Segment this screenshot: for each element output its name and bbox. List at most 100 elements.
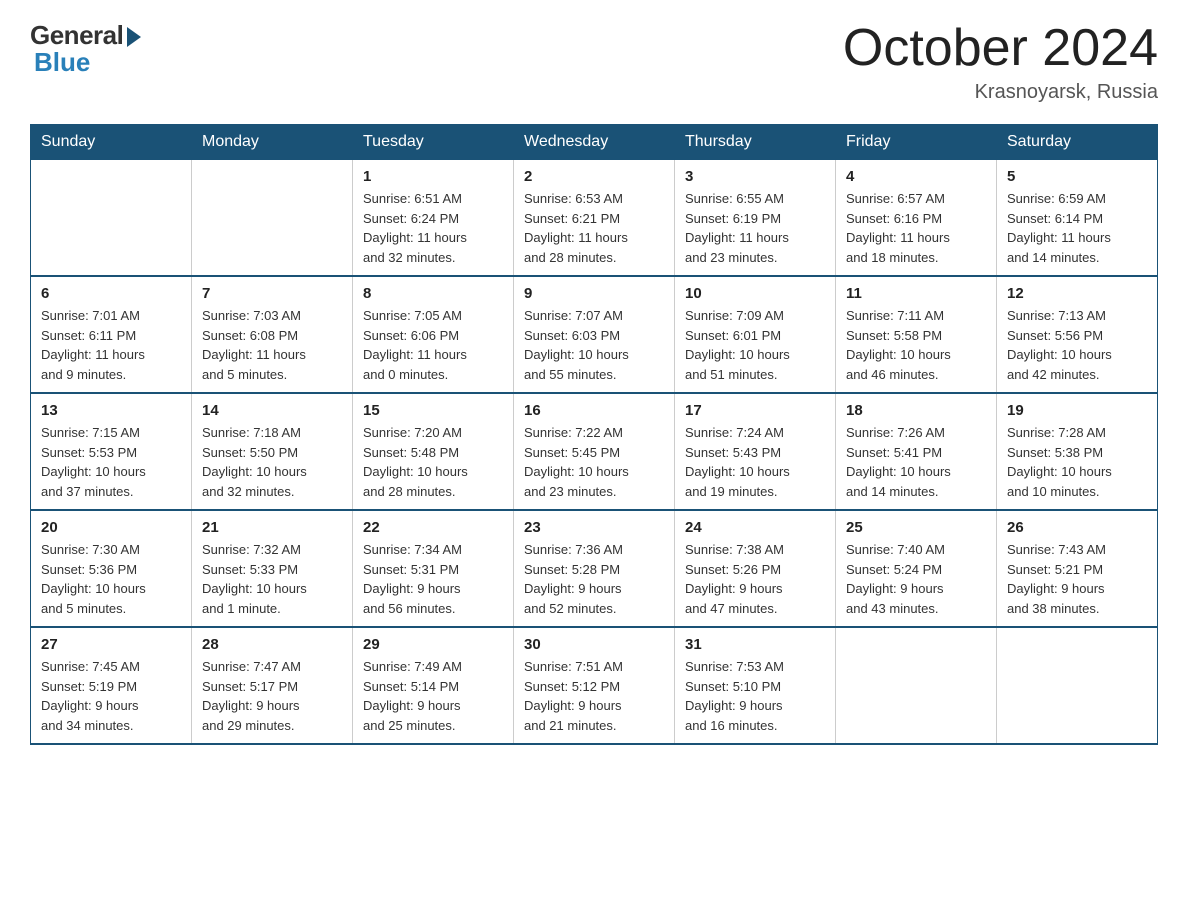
weekday-header-friday: Friday bbox=[836, 125, 997, 160]
day-number: 10 bbox=[685, 285, 825, 302]
calendar-table: SundayMondayTuesdayWednesdayThursdayFrid… bbox=[30, 124, 1158, 745]
day-info: Sunrise: 7:45 AM Sunset: 5:19 PM Dayligh… bbox=[41, 657, 181, 735]
day-number: 13 bbox=[41, 402, 181, 419]
day-number: 4 bbox=[846, 168, 986, 185]
calendar-cell: 23 Sunrise: 7:36 AM Sunset: 5:28 PM Dayli… bbox=[514, 510, 675, 627]
day-number: 1 bbox=[363, 168, 503, 185]
day-number: 7 bbox=[202, 285, 342, 302]
calendar-cell: 18Sunrise: 7:26 AM Sunset: 5:41 PM Dayli… bbox=[836, 393, 997, 510]
day-number: 29 bbox=[363, 636, 503, 653]
calendar-cell: 17 Sunrise: 7:24 AM Sunset: 5:43 PM Dayli… bbox=[675, 393, 836, 510]
calendar-cell: 12 Sunrise: 7:13 AM Sunset: 5:56 PM Dayli… bbox=[997, 276, 1158, 393]
day-info: Sunrise: 7:01 AM Sunset: 6:11 PM Dayligh… bbox=[41, 306, 181, 384]
calendar-week-row: 13 Sunrise: 7:15 AM Sunset: 5:53 PM Dayli… bbox=[31, 393, 1158, 510]
page-header: General Blue October 2024 Krasnoyarsk, R… bbox=[30, 20, 1158, 104]
day-number: 31 bbox=[685, 636, 825, 653]
day-info: Sunrise: 6:55 AM Sunset: 6:19 PM Dayligh… bbox=[685, 189, 825, 267]
calendar-cell: 6 Sunrise: 7:01 AM Sunset: 6:11 PM Daylig… bbox=[31, 276, 192, 393]
day-info: Sunrise: 6:53 AM Sunset: 6:21 PM Dayligh… bbox=[524, 189, 664, 267]
calendar-cell: 24Sunrise: 7:38 AM Sunset: 5:26 PM Dayli… bbox=[675, 510, 836, 627]
calendar-cell: 2 Sunrise: 6:53 AM Sunset: 6:21 PM Daylig… bbox=[514, 160, 675, 277]
weekday-header-tuesday: Tuesday bbox=[353, 125, 514, 160]
day-number: 3 bbox=[685, 168, 825, 185]
day-number: 28 bbox=[202, 636, 342, 653]
weekday-header-sunday: Sunday bbox=[31, 125, 192, 160]
day-info: Sunrise: 7:32 AM Sunset: 5:33 PM Dayligh… bbox=[202, 540, 342, 618]
calendar-cell: 21 Sunrise: 7:32 AM Sunset: 5:33 PM Dayli… bbox=[192, 510, 353, 627]
calendar-cell: 28 Sunrise: 7:47 AM Sunset: 5:17 PM Dayli… bbox=[192, 627, 353, 744]
day-number: 9 bbox=[524, 285, 664, 302]
day-info: Sunrise: 6:51 AM Sunset: 6:24 PM Dayligh… bbox=[363, 189, 503, 267]
day-info: Sunrise: 7:30 AM Sunset: 5:36 PM Dayligh… bbox=[41, 540, 181, 618]
day-info: Sunrise: 7:51 AM Sunset: 5:12 PM Dayligh… bbox=[524, 657, 664, 735]
calendar-week-row: 27Sunrise: 7:45 AM Sunset: 5:19 PM Dayli… bbox=[31, 627, 1158, 744]
day-info: Sunrise: 6:57 AM Sunset: 6:16 PM Dayligh… bbox=[846, 189, 986, 267]
day-number: 18 bbox=[846, 402, 986, 419]
logo-blue-text: Blue bbox=[30, 47, 90, 78]
calendar-header: SundayMondayTuesdayWednesdayThursdayFrid… bbox=[31, 125, 1158, 160]
calendar-week-row: 6 Sunrise: 7:01 AM Sunset: 6:11 PM Daylig… bbox=[31, 276, 1158, 393]
day-number: 14 bbox=[202, 402, 342, 419]
day-info: Sunrise: 7:34 AM Sunset: 5:31 PM Dayligh… bbox=[363, 540, 503, 618]
calendar-cell: 5 Sunrise: 6:59 AM Sunset: 6:14 PM Daylig… bbox=[997, 160, 1158, 277]
day-number: 8 bbox=[363, 285, 503, 302]
day-number: 23 bbox=[524, 519, 664, 536]
day-info: Sunrise: 7:05 AM Sunset: 6:06 PM Dayligh… bbox=[363, 306, 503, 384]
day-info: Sunrise: 7:13 AM Sunset: 5:56 PM Dayligh… bbox=[1007, 306, 1147, 384]
day-number: 2 bbox=[524, 168, 664, 185]
day-info: Sunrise: 7:43 AM Sunset: 5:21 PM Dayligh… bbox=[1007, 540, 1147, 618]
calendar-cell: 29 Sunrise: 7:49 AM Sunset: 5:14 PM Dayli… bbox=[353, 627, 514, 744]
logo: General Blue bbox=[30, 20, 141, 78]
calendar-cell bbox=[192, 160, 353, 277]
calendar-cell: 4 Sunrise: 6:57 AM Sunset: 6:16 PM Daylig… bbox=[836, 160, 997, 277]
day-info: Sunrise: 7:18 AM Sunset: 5:50 PM Dayligh… bbox=[202, 423, 342, 501]
day-number: 6 bbox=[41, 285, 181, 302]
day-info: Sunrise: 7:28 AM Sunset: 5:38 PM Dayligh… bbox=[1007, 423, 1147, 501]
calendar-cell bbox=[836, 627, 997, 744]
weekday-header-monday: Monday bbox=[192, 125, 353, 160]
day-info: Sunrise: 7:53 AM Sunset: 5:10 PM Dayligh… bbox=[685, 657, 825, 735]
day-number: 12 bbox=[1007, 285, 1147, 302]
weekday-header-row: SundayMondayTuesdayWednesdayThursdayFrid… bbox=[31, 125, 1158, 160]
day-info: Sunrise: 7:22 AM Sunset: 5:45 PM Dayligh… bbox=[524, 423, 664, 501]
day-info: Sunrise: 7:20 AM Sunset: 5:48 PM Dayligh… bbox=[363, 423, 503, 501]
day-info: Sunrise: 7:49 AM Sunset: 5:14 PM Dayligh… bbox=[363, 657, 503, 735]
day-number: 26 bbox=[1007, 519, 1147, 536]
day-info: Sunrise: 7:09 AM Sunset: 6:01 PM Dayligh… bbox=[685, 306, 825, 384]
calendar-cell: 22 Sunrise: 7:34 AM Sunset: 5:31 PM Dayli… bbox=[353, 510, 514, 627]
day-number: 15 bbox=[363, 402, 503, 419]
calendar-cell: 19 Sunrise: 7:28 AM Sunset: 5:38 PM Dayli… bbox=[997, 393, 1158, 510]
day-number: 21 bbox=[202, 519, 342, 536]
calendar-body: 1 Sunrise: 6:51 AM Sunset: 6:24 PM Daylig… bbox=[31, 160, 1158, 745]
calendar-cell: 31 Sunrise: 7:53 AM Sunset: 5:10 PM Dayli… bbox=[675, 627, 836, 744]
day-info: Sunrise: 6:59 AM Sunset: 6:14 PM Dayligh… bbox=[1007, 189, 1147, 267]
month-title: October 2024 bbox=[843, 20, 1158, 77]
weekday-header-thursday: Thursday bbox=[675, 125, 836, 160]
calendar-cell: 13 Sunrise: 7:15 AM Sunset: 5:53 PM Dayli… bbox=[31, 393, 192, 510]
day-info: Sunrise: 7:24 AM Sunset: 5:43 PM Dayligh… bbox=[685, 423, 825, 501]
calendar-cell: 14 Sunrise: 7:18 AM Sunset: 5:50 PM Dayli… bbox=[192, 393, 353, 510]
calendar-cell: 20 Sunrise: 7:30 AM Sunset: 5:36 PM Dayli… bbox=[31, 510, 192, 627]
calendar-cell: 26 Sunrise: 7:43 AM Sunset: 5:21 PM Dayli… bbox=[997, 510, 1158, 627]
calendar-cell: 1 Sunrise: 6:51 AM Sunset: 6:24 PM Daylig… bbox=[353, 160, 514, 277]
day-info: Sunrise: 7:38 AM Sunset: 5:26 PM Dayligh… bbox=[685, 540, 825, 618]
day-info: Sunrise: 7:15 AM Sunset: 5:53 PM Dayligh… bbox=[41, 423, 181, 501]
calendar-cell: 16Sunrise: 7:22 AM Sunset: 5:45 PM Dayli… bbox=[514, 393, 675, 510]
day-info: Sunrise: 7:47 AM Sunset: 5:17 PM Dayligh… bbox=[202, 657, 342, 735]
day-number: 22 bbox=[363, 519, 503, 536]
day-number: 19 bbox=[1007, 402, 1147, 419]
calendar-cell bbox=[31, 160, 192, 277]
title-block: October 2024 Krasnoyarsk, Russia bbox=[843, 20, 1158, 104]
day-info: Sunrise: 7:11 AM Sunset: 5:58 PM Dayligh… bbox=[846, 306, 986, 384]
calendar-cell: 10 Sunrise: 7:09 AM Sunset: 6:01 PM Dayli… bbox=[675, 276, 836, 393]
day-number: 11 bbox=[846, 285, 986, 302]
day-number: 17 bbox=[685, 402, 825, 419]
day-number: 5 bbox=[1007, 168, 1147, 185]
calendar-cell: 15 Sunrise: 7:20 AM Sunset: 5:48 PM Dayli… bbox=[353, 393, 514, 510]
day-info: Sunrise: 7:07 AM Sunset: 6:03 PM Dayligh… bbox=[524, 306, 664, 384]
day-number: 20 bbox=[41, 519, 181, 536]
calendar-cell: 8 Sunrise: 7:05 AM Sunset: 6:06 PM Daylig… bbox=[353, 276, 514, 393]
day-info: Sunrise: 7:40 AM Sunset: 5:24 PM Dayligh… bbox=[846, 540, 986, 618]
day-info: Sunrise: 7:36 AM Sunset: 5:28 PM Dayligh… bbox=[524, 540, 664, 618]
location-subtitle: Krasnoyarsk, Russia bbox=[843, 81, 1158, 104]
